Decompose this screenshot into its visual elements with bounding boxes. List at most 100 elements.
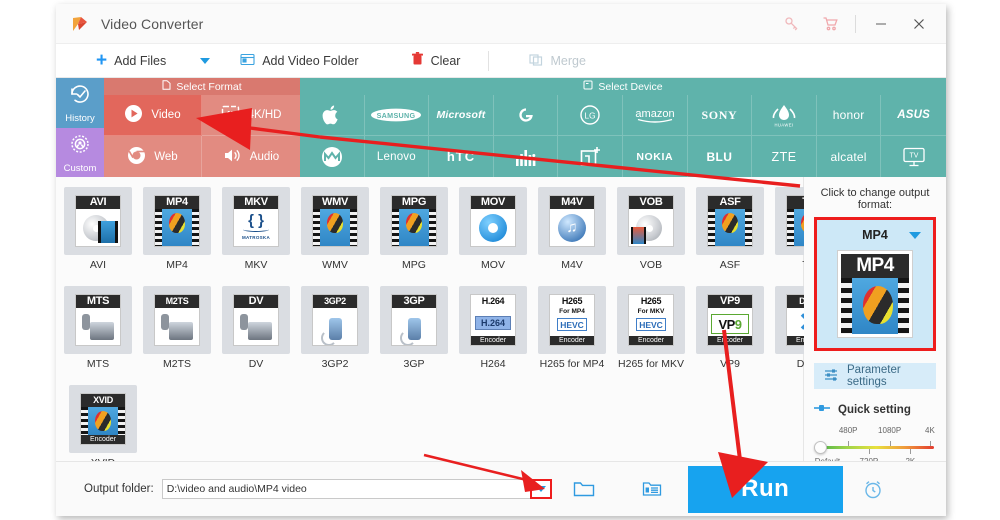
format-item-mts[interactable]: MTS MTS	[64, 286, 132, 370]
format-item-dv[interactable]: DV DV	[222, 286, 290, 370]
format-item-m4v[interactable]: M4V M4V	[538, 187, 606, 271]
device-htc[interactable]: hTC	[429, 136, 494, 177]
device-blu[interactable]: BLU	[688, 136, 753, 177]
format-cap: WMV	[313, 196, 357, 209]
clear-button[interactable]: Clear	[401, 44, 471, 77]
svg-text:LG: LG	[585, 111, 596, 121]
device-apple[interactable]	[300, 95, 365, 136]
device-blu-label: BLU	[706, 149, 733, 164]
device-nokia[interactable]: NOKIA	[623, 136, 688, 177]
chevron-down-icon[interactable]	[200, 57, 211, 64]
key-icon[interactable]	[773, 4, 811, 44]
sidebar-item-custom[interactable]: Custom	[56, 127, 104, 177]
format-label: VP9	[720, 358, 740, 370]
format-item-wmv[interactable]: WMV WMV	[301, 187, 369, 271]
format-item-3gp[interactable]: 3GP 3GP	[380, 286, 448, 370]
format-item-asf[interactable]: ASF ASF	[696, 187, 764, 271]
device-lenovo[interactable]: Lenovo	[365, 136, 430, 177]
tab-video[interactable]: Video	[104, 95, 202, 136]
device-amazon[interactable]: amazon	[622, 95, 688, 136]
mkv-icon: MKV{ } MATROSKA	[233, 195, 279, 247]
tab-audio[interactable]: Audio	[202, 136, 300, 177]
run-button[interactable]: Run	[687, 465, 843, 513]
slider-track[interactable]	[818, 446, 934, 449]
format-item-avi[interactable]: AVI AVI	[64, 187, 132, 271]
output-folder-label: Output folder:	[84, 483, 154, 495]
device-google[interactable]	[493, 95, 559, 136]
device-huawei[interactable]: HUAWEI	[752, 95, 817, 136]
close-icon[interactable]	[900, 4, 938, 44]
format-item-vp9[interactable]: VP9 VP9 Encoder VP9	[696, 286, 764, 370]
device-oneplus[interactable]	[558, 136, 623, 177]
format-label: AVI	[89, 259, 107, 271]
merge-button[interactable]: Merge	[519, 44, 595, 77]
format-cap: H265	[550, 295, 594, 308]
trash-icon	[411, 52, 424, 69]
merge-label: Merge	[550, 53, 586, 68]
chevron-down-icon	[535, 486, 546, 492]
speaker-icon	[223, 146, 242, 168]
output-folder-input[interactable]: D:\video and audio\MP4 video	[161, 479, 552, 499]
h265-mkv-icon: H265 For MKV HEVC Encoder	[628, 294, 674, 346]
select-device-panel: Select Device SAMSUNG Microsoft LG amazo…	[300, 78, 946, 177]
device-grid: SAMSUNG Microsoft LG amazon SONY HUAWEI	[300, 95, 946, 177]
select-format-header: Select Format	[104, 78, 300, 95]
alarm-clock-button[interactable]	[843, 466, 903, 513]
format-thumb: MP4	[143, 187, 211, 255]
mp4-icon: MP4	[841, 254, 909, 334]
device-icon	[583, 80, 593, 93]
device-xiaomi[interactable]	[494, 136, 559, 177]
format-item-xvid[interactable]: XVID EncoderXVID	[64, 385, 142, 469]
title-bar-divider	[855, 14, 856, 33]
format-cap: 3GP	[392, 295, 436, 308]
device-lg[interactable]: LG	[558, 95, 623, 136]
device-honor[interactable]: honor	[816, 95, 882, 136]
format-item-h265-mkv[interactable]: H265 For MKV HEVC Encoder H265 for MKV	[617, 286, 685, 370]
format-item-m2ts[interactable]: M2TS M2TS	[143, 286, 211, 370]
cart-icon[interactable]	[811, 4, 849, 44]
format-item-mov[interactable]: MOV MOV	[459, 187, 527, 271]
h265-sub: For MP4	[559, 308, 585, 315]
format-tabs: Video 4k 4K/HD Web Audio	[104, 95, 300, 177]
mts-icon: MTS	[75, 294, 121, 346]
toolbar-divider	[488, 50, 490, 71]
format-thumb: 3GP	[380, 286, 448, 354]
media-folder-button[interactable]	[630, 469, 674, 509]
format-item-vob[interactable]: VOB VOB	[617, 187, 685, 271]
minimize-icon[interactable]	[862, 4, 900, 44]
add-files-button[interactable]: + Add Files	[86, 44, 176, 77]
device-motorola[interactable]	[300, 136, 365, 177]
tab-4k-hd[interactable]: 4k 4K/HD	[202, 95, 300, 136]
output-format-card[interactable]: MP4 MP4	[814, 217, 936, 351]
sidebar-item-history[interactable]: History	[56, 78, 104, 128]
open-folder-button[interactable]	[562, 469, 606, 509]
device-tv[interactable]: TV	[881, 136, 946, 177]
format-thumb: AVI	[64, 187, 132, 255]
format-cap: M4V	[550, 196, 594, 209]
format-item-mpg[interactable]: MPG MPG	[380, 187, 448, 271]
format-item-mkv[interactable]: MKV{ } MATROSKA MKV	[222, 187, 290, 271]
format-item-mp4[interactable]: MP4 MP4	[143, 187, 211, 271]
device-asus[interactable]: ASUS	[881, 95, 946, 136]
format-item-3gp2[interactable]: 3GP2 3GP2	[301, 286, 369, 370]
format-cap: MTS	[76, 295, 120, 308]
add-video-folder-label: Add Video Folder	[262, 53, 359, 68]
format-item-h265-mp4[interactable]: H265 For MP4 HEVC Encoder H265 for MP4	[538, 286, 606, 370]
add-video-folder-button[interactable]: Add Video Folder	[230, 44, 368, 77]
device-zte[interactable]: ZTE	[752, 136, 817, 177]
device-microsoft[interactable]: Microsoft	[429, 95, 494, 136]
device-sony[interactable]: SONY	[687, 95, 753, 136]
device-alcatel[interactable]: alcatel	[817, 136, 882, 177]
tab-web[interactable]: Web	[104, 136, 202, 177]
format-item-h264[interactable]: H.264 H.264 Encoder H264	[459, 286, 527, 370]
h264-icon: H.264 H.264 Encoder	[470, 294, 516, 346]
chevron-down-icon[interactable]	[909, 231, 921, 239]
toolbar: + Add Files Add Video Folder Clear Merge	[56, 44, 946, 78]
device-sony-label: SONY	[701, 107, 738, 122]
slider-knob[interactable]	[814, 441, 827, 454]
history-clock-icon	[67, 81, 93, 112]
output-folder-dropdown[interactable]	[529, 479, 552, 499]
device-asus-label: ASUS	[897, 109, 931, 121]
device-samsung[interactable]: SAMSUNG	[364, 95, 430, 136]
parameter-settings-button[interactable]: Parameter settings	[814, 363, 936, 389]
